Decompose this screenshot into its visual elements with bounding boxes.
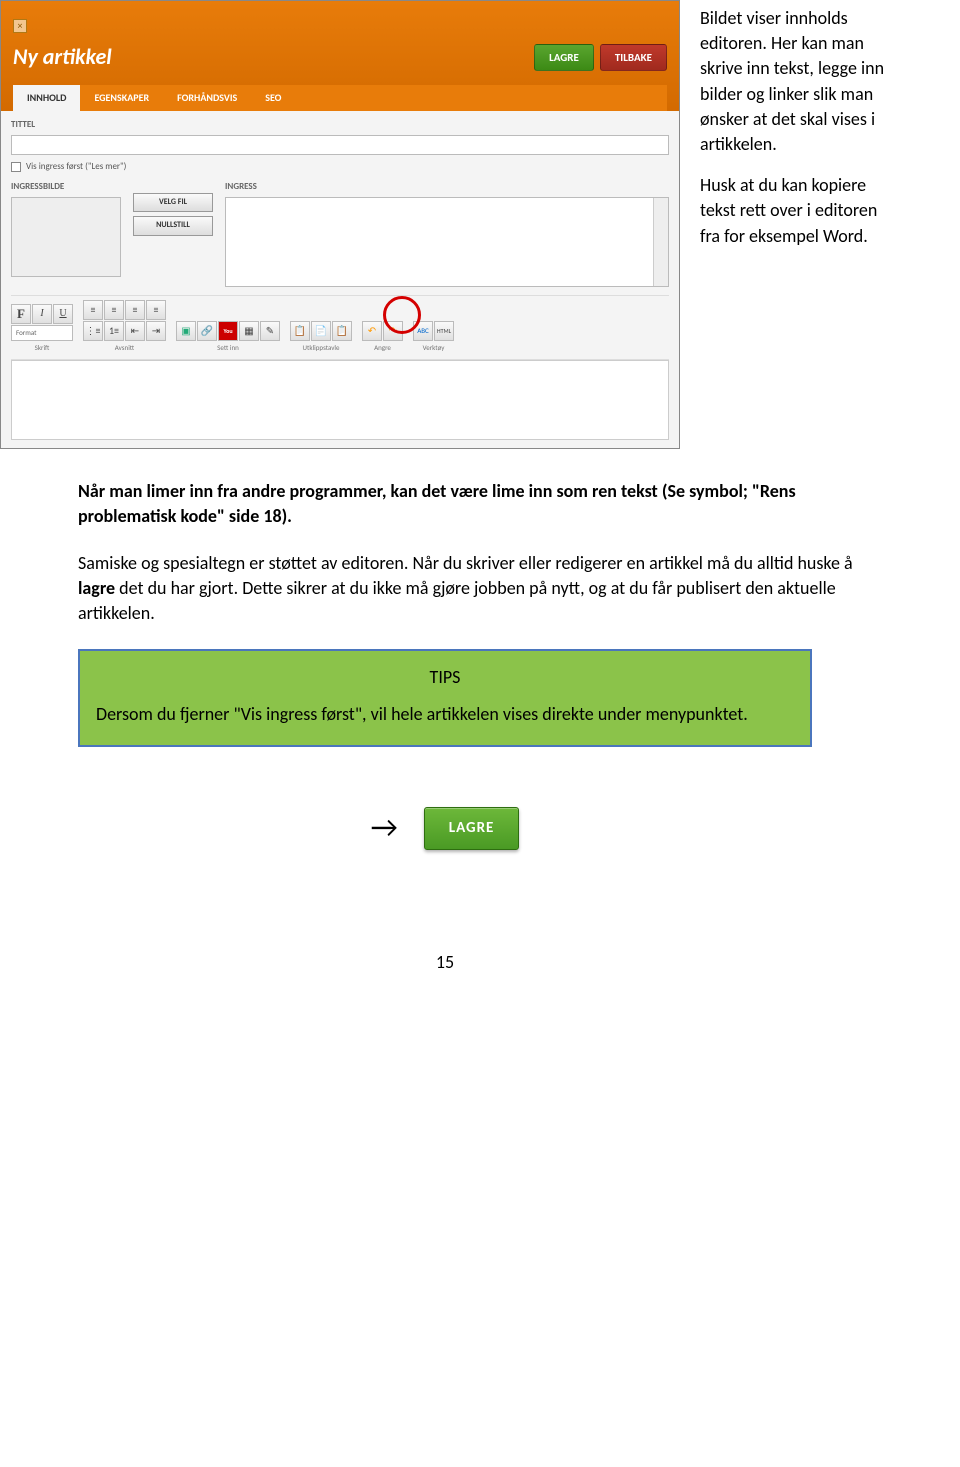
tittel-input[interactable] xyxy=(11,135,669,155)
tab-innhold[interactable]: INNHOLD xyxy=(13,85,80,111)
tab-seo[interactable]: SEO xyxy=(251,85,295,111)
ingress-label: INGRESS xyxy=(225,181,669,194)
tab-forhandsvis[interactable]: FORHÅNDSVIS xyxy=(163,85,251,111)
tab-bar: INNHOLD EGENSKAPER FORHÅNDSVIS SEO xyxy=(13,85,667,111)
window-title: Ny artikkel xyxy=(13,42,112,73)
group-avsnitt: Avsnitt xyxy=(115,343,135,353)
page-number: 15 xyxy=(0,950,890,975)
side-p2: Husk at du kan kopiere tekst rett over i… xyxy=(700,173,890,249)
list-ul-icon[interactable]: ⋮≡ xyxy=(83,321,103,341)
editor-screenshot: × Ny artikkel LAGRE TILBAKE INNHOLD EGEN… xyxy=(0,0,680,449)
body-p2: Samiske og spesialtegn er støttet av edi… xyxy=(78,551,890,627)
italic-icon[interactable]: I xyxy=(32,304,52,324)
vis-ingress-label: Vis ingress først ("Les mer") xyxy=(26,161,126,174)
redo-icon[interactable]: ↷ xyxy=(383,321,403,341)
vis-ingress-checkbox[interactable] xyxy=(11,162,21,172)
tips-body: Dersom du fjerner "Vis ingress først", v… xyxy=(96,702,794,727)
ingress-textarea[interactable] xyxy=(225,197,669,287)
tips-title: TIPS xyxy=(96,665,794,690)
group-settinn: Sett inn xyxy=(217,343,239,353)
close-icon: × xyxy=(13,19,27,33)
ss-header: × Ny artikkel LAGRE TILBAKE INNHOLD EGEN… xyxy=(1,1,679,111)
bold-icon[interactable]: F xyxy=(11,304,31,324)
nullstill-button[interactable]: NULLSTILL xyxy=(133,216,213,235)
save-button[interactable]: LAGRE xyxy=(534,44,594,71)
lagre-row: → LAGRE xyxy=(0,807,890,850)
align-justify-icon[interactable]: ≡ xyxy=(146,300,166,320)
group-utklipp: Utklippstavle xyxy=(303,343,340,353)
velg-fil-button[interactable]: VELG FIL xyxy=(133,193,213,212)
indent-icon[interactable]: ⇥ xyxy=(146,321,166,341)
outdent-icon[interactable]: ⇤ xyxy=(125,321,145,341)
link-icon[interactable]: 🔗 xyxy=(197,321,217,341)
clipboard-icon[interactable]: 📋 xyxy=(290,321,310,341)
html-icon[interactable]: HTML xyxy=(434,321,454,341)
image-icon[interactable]: ▣ xyxy=(176,321,196,341)
group-skrift: Skrift xyxy=(35,343,50,353)
arrow-icon: → xyxy=(371,807,398,849)
lagre-button[interactable]: LAGRE xyxy=(424,807,520,850)
media-icon[interactable]: ▦ xyxy=(239,321,259,341)
group-verktoy: Verktøy xyxy=(423,343,445,353)
format-select[interactable]: Format xyxy=(11,325,73,341)
paste-word-icon[interactable]: 📋 xyxy=(332,321,352,341)
editor-area[interactable] xyxy=(11,360,669,440)
youtube-icon[interactable]: You xyxy=(218,321,238,341)
ss-body: TITTEL Vis ingress først ("Les mer") ING… xyxy=(1,111,679,448)
side-text: Bildet viser innholds editoren. Her kan … xyxy=(700,0,890,265)
back-button[interactable]: TILBAKE xyxy=(600,44,667,71)
body-p1: Når man limer inn fra andre programmer, … xyxy=(78,479,890,529)
body-text: Når man limer inn fra andre programmer, … xyxy=(0,449,890,627)
tips-box: TIPS Dersom du fjerner "Vis ingress førs… xyxy=(78,649,812,747)
image-placeholder[interactable] xyxy=(11,197,121,277)
tab-egenskaper[interactable]: EGENSKAPER xyxy=(80,85,163,111)
side-p1: Bildet viser innholds editoren. Her kan … xyxy=(700,6,890,157)
spellcheck-icon[interactable]: ABC xyxy=(413,321,433,341)
align-left-icon[interactable]: ≡ xyxy=(83,300,103,320)
ingressbilde-label: INGRESSBILDE xyxy=(11,181,121,194)
tittel-label: TITTEL xyxy=(11,119,669,132)
align-right-icon[interactable]: ≡ xyxy=(125,300,145,320)
undo-icon[interactable]: ↶ xyxy=(362,321,382,341)
insert-icon[interactable]: ✎ xyxy=(260,321,280,341)
underline-icon[interactable]: U xyxy=(53,304,73,324)
editor-toolbar: F I U Format Skrift ≡ xyxy=(11,295,669,360)
align-center-icon[interactable]: ≡ xyxy=(104,300,124,320)
list-ol-icon[interactable]: 1≡ xyxy=(104,321,124,341)
paste-text-icon[interactable]: 📄 xyxy=(311,321,331,341)
group-angre: Angre xyxy=(374,343,391,353)
